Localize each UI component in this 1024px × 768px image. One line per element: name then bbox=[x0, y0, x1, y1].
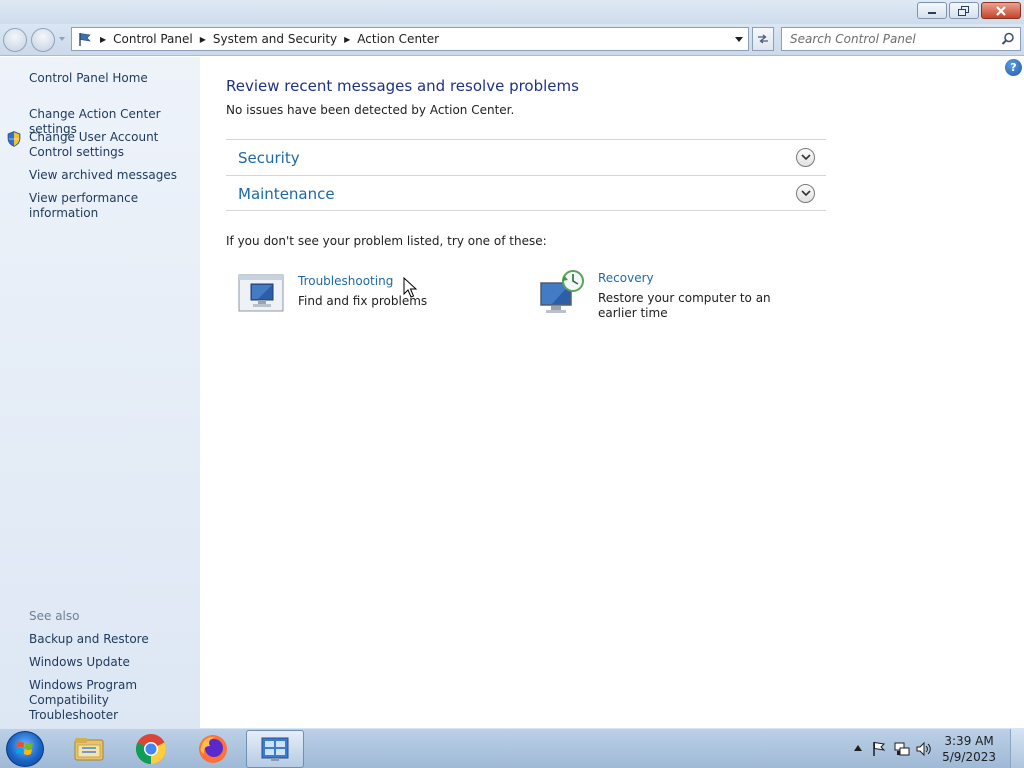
chevron-down-icon bbox=[800, 190, 811, 197]
taskbar: 3:39 AM 5/9/2023 bbox=[0, 728, 1024, 768]
close-button[interactable] bbox=[981, 2, 1021, 19]
taskbar-chrome[interactable] bbox=[122, 730, 180, 768]
show-desktop-button[interactable] bbox=[1010, 729, 1024, 768]
status-message: No issues have been detected by Action C… bbox=[226, 103, 515, 117]
mouse-cursor-icon bbox=[403, 277, 417, 298]
main-content: ? Review recent messages and resolve pro… bbox=[200, 57, 1024, 728]
sidebar: Control Panel Home Change Action Center … bbox=[0, 57, 200, 728]
help-icon[interactable]: ? bbox=[1005, 59, 1022, 76]
forward-button[interactable] bbox=[31, 28, 55, 52]
troubleshooting-icon bbox=[238, 274, 284, 312]
navigation-bar: ▶ Control Panel ▶ System and Security ▶ … bbox=[0, 24, 1024, 56]
section-security[interactable]: Security bbox=[226, 139, 826, 175]
volume-icon[interactable] bbox=[916, 741, 932, 757]
chevron-down-icon bbox=[735, 36, 743, 42]
section-maintenance-label: Maintenance bbox=[238, 185, 335, 203]
section-maintenance[interactable]: Maintenance bbox=[226, 175, 826, 211]
troubleshoot-hint: If you don't see your problem listed, tr… bbox=[226, 234, 547, 248]
taskbar-firefox[interactable] bbox=[184, 730, 242, 768]
breadcrumb-control-panel[interactable]: Control Panel bbox=[113, 32, 193, 46]
restore-button[interactable] bbox=[949, 2, 979, 19]
action-center-flag-icon bbox=[79, 33, 91, 46]
firefox-icon bbox=[199, 735, 227, 763]
see-also-heading: See also bbox=[29, 609, 80, 623]
troubleshooting-link[interactable]: Troubleshooting bbox=[298, 274, 393, 288]
network-icon[interactable] bbox=[894, 741, 910, 757]
search-input[interactable] bbox=[782, 28, 992, 50]
expand-security-button[interactable] bbox=[796, 148, 815, 167]
clock-date: 5/9/2023 bbox=[942, 750, 996, 764]
sidebar-link-change-uac-settings[interactable]: Change User Account Control settings bbox=[29, 130, 197, 160]
restore-icon bbox=[958, 5, 969, 16]
page-title: Review recent messages and resolve probl… bbox=[226, 77, 579, 95]
back-button[interactable] bbox=[3, 28, 27, 52]
sidebar-link-view-performance-information[interactable]: View performance information bbox=[29, 191, 197, 221]
chevron-down-icon bbox=[800, 154, 811, 161]
troubleshooting-description: Find and fix problems bbox=[298, 294, 428, 308]
recent-pages-dropdown[interactable] bbox=[59, 37, 65, 41]
breadcrumb-action-center[interactable]: Action Center bbox=[357, 32, 439, 46]
recovery-link[interactable]: Recovery bbox=[598, 271, 654, 285]
system-tray: 3:39 AM 5/9/2023 bbox=[834, 729, 1024, 768]
breadcrumb-separator[interactable]: ▶ bbox=[200, 35, 206, 44]
recovery-icon bbox=[540, 270, 584, 313]
windows-logo-icon bbox=[16, 741, 33, 755]
recovery-tool: Recovery Restore your computer to an ear… bbox=[538, 269, 808, 329]
start-button[interactable] bbox=[6, 731, 44, 767]
file-explorer-icon bbox=[74, 738, 104, 761]
sidebar-link-control-panel-home[interactable]: Control Panel Home bbox=[29, 71, 197, 86]
uac-shield-icon bbox=[7, 131, 21, 147]
taskbar-file-explorer[interactable] bbox=[60, 730, 118, 768]
action-center-flag-icon[interactable] bbox=[872, 741, 886, 757]
show-hidden-icons-icon[interactable] bbox=[854, 745, 862, 751]
minimize-button[interactable] bbox=[917, 2, 947, 19]
sidebar-link-program-compatibility-troubleshooter[interactable]: Windows Program Compatibility Troublesho… bbox=[29, 678, 194, 723]
section-security-label: Security bbox=[238, 149, 300, 167]
window-titlebar bbox=[0, 0, 1024, 24]
minimize-icon bbox=[928, 11, 936, 14]
close-icon bbox=[996, 5, 1006, 16]
refresh-button[interactable] bbox=[752, 27, 774, 51]
search-icon[interactable] bbox=[1001, 32, 1015, 46]
sidebar-link-backup-and-restore[interactable]: Backup and Restore bbox=[29, 632, 197, 647]
troubleshooting-tool: Troubleshooting Find and fix problems bbox=[238, 272, 478, 322]
breadcrumb-system-and-security[interactable]: System and Security bbox=[213, 32, 337, 46]
breadcrumb-separator[interactable]: ▶ bbox=[344, 35, 350, 44]
sidebar-link-windows-update[interactable]: Windows Update bbox=[29, 655, 197, 670]
refresh-icon bbox=[758, 34, 768, 44]
breadcrumb-separator: ▶ bbox=[100, 34, 107, 44]
search-box[interactable] bbox=[781, 27, 1021, 51]
caption-buttons bbox=[917, 2, 1021, 19]
sidebar-link-view-archived-messages[interactable]: View archived messages bbox=[29, 168, 197, 183]
address-dropdown-button[interactable] bbox=[730, 28, 748, 50]
expand-maintenance-button[interactable] bbox=[796, 184, 815, 203]
chrome-icon bbox=[136, 734, 166, 764]
address-bar[interactable]: ▶ Control Panel ▶ System and Security ▶ … bbox=[71, 27, 749, 51]
control-panel-icon bbox=[261, 737, 289, 761]
taskbar-control-panel[interactable] bbox=[246, 730, 304, 768]
taskbar-clock[interactable]: 3:39 AM 5/9/2023 bbox=[942, 733, 996, 765]
recovery-description: Restore your computer to an earlier time bbox=[598, 291, 771, 320]
clock-time: 3:39 AM bbox=[944, 734, 994, 748]
